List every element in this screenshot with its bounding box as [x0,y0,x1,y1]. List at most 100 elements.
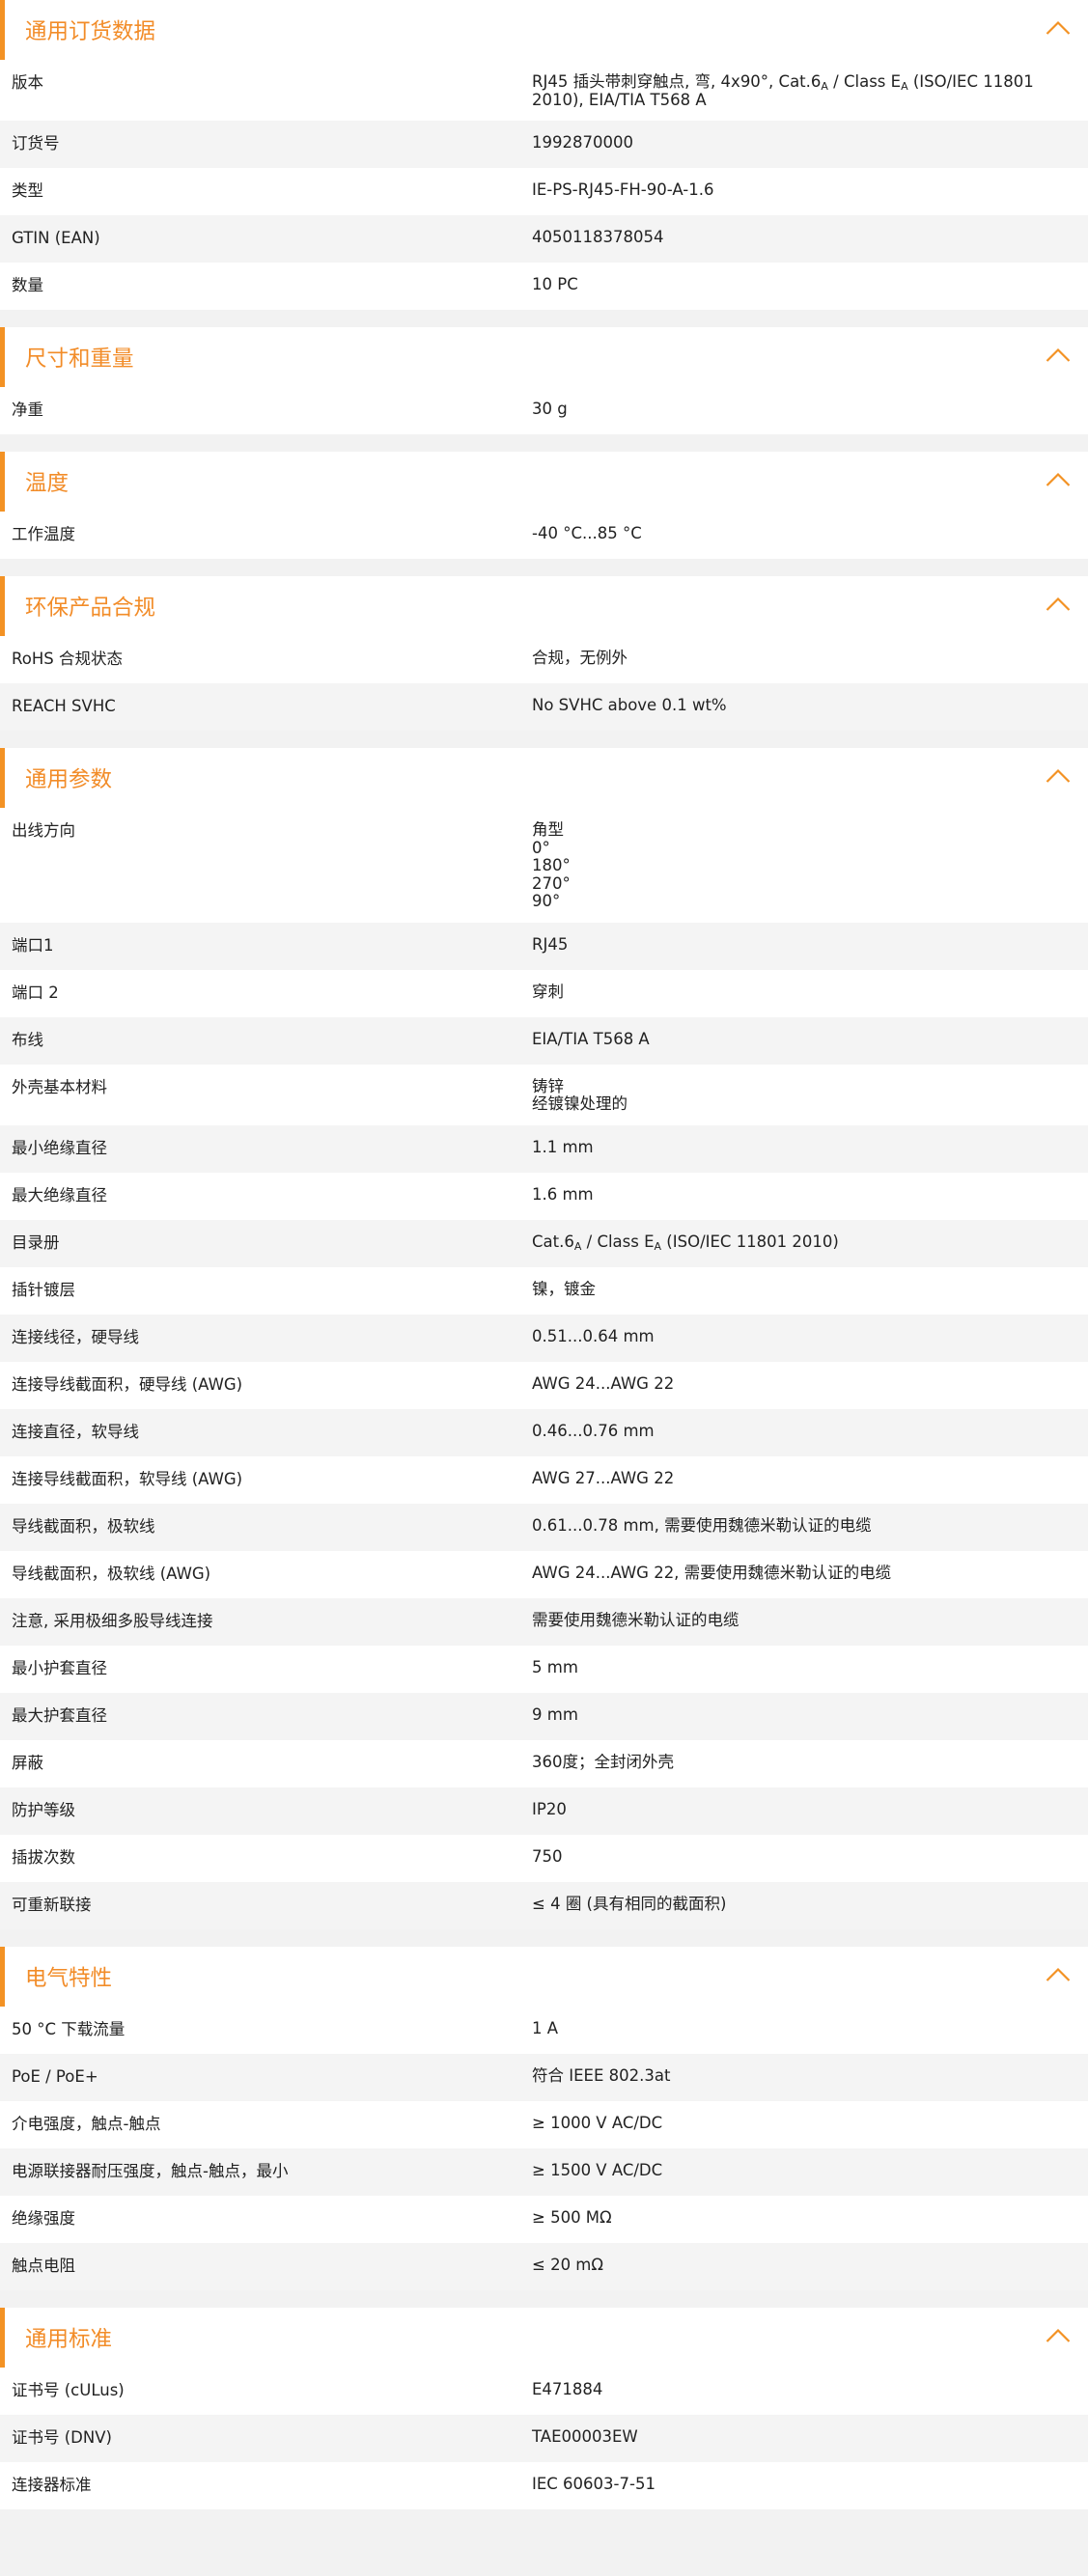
spec-label: 导线截面积，极软线 [12,1516,155,1536]
section-header[interactable]: 环保产品合规 [0,576,1088,636]
section-header[interactable]: 通用参数 [0,748,1088,808]
spec-value: Cat.6A / Class EA (ISO/IEC 11801 2010) [532,1232,839,1253]
spec-label: RoHS 合规状态 [12,650,123,668]
section-title: 通用标准 [25,2326,113,2352]
spec-value: 750 [532,1846,563,1866]
spec-value-line: 经镀镍处理的 [532,1094,628,1113]
section-header[interactable]: 尺寸和重量 [0,327,1088,387]
spec-value: 符合 IEEE 802.3at [532,2065,671,2085]
spec-row: 最小绝缘直径 1.1 mm [0,1124,1088,1173]
spec-label: 插针镀层 [12,1280,75,1299]
spec-row: 介电强度，触点-触点 ≥ 1000 V AC/DC [0,2100,1088,2148]
spec-value: ≤ 20 mΩ [532,2255,603,2274]
spec-row: 类型 IE-PS-RJ45-FH-90-A-1.6 [0,168,1088,215]
spec-value: 角型 0° 180° 270° 90° [532,820,1088,911]
spec-value: RJ45 插头带刺穿触点, 弯, 4x90°, Cat.6A / Class E… [532,72,1034,109]
chevron-up-icon[interactable] [1046,2328,1071,2343]
spec-value: EIA/TIA T568 A [532,1029,650,1048]
section-header[interactable]: 通用标准 [0,2307,1088,2368]
spec-value-line: 0° [532,838,550,857]
section-title: 通用参数 [25,767,113,792]
spec-label: 最小绝缘直径 [12,1138,107,1157]
section-title: 环保产品合规 [25,596,156,621]
chevron-up-icon[interactable] [1046,20,1071,36]
spec-label: 50 °C 下载流量 [12,2019,126,2038]
spec-value: 1.6 mm [532,1184,594,1204]
spec-value: 穿刺 [532,982,564,1001]
spec-row: 50 °C 下载流量 1 A [0,2006,1088,2054]
spec-label: 连接导线截面积，软导线 (AWG) [12,1469,243,1488]
chevron-up-icon[interactable] [1046,472,1071,487]
spec-label: 连接直径，软导线 [12,1422,139,1441]
spec-value: IE-PS-RJ45-FH-90-A-1.6 [532,180,714,199]
spec-section: 尺寸和重量净重 30 g [0,327,1088,434]
spec-label: 端口 2 [12,983,59,1002]
spec-label: 端口1 [12,935,54,955]
spec-value: 需要使用魏德米勒认证的电缆 [532,1610,739,1629]
spec-value: E471884 [532,2379,603,2398]
chevron-up-icon[interactable] [1046,596,1071,612]
spec-row: 最大护套直径 9 mm [0,1692,1088,1740]
spec-row: 注意, 采用极细多股导线连接 需要使用魏德米勒认证的电缆 [0,1597,1088,1646]
spec-row: 布线 EIA/TIA T568 A [0,1016,1088,1065]
spec-label: REACH SVHC [12,697,116,715]
spec-row: 屏蔽 360度；全封闭外壳 [0,1739,1088,1787]
spec-row: 防护等级 IP20 [0,1787,1088,1835]
spec-label: 外壳基本材料 [12,1077,107,1096]
spec-label: 最小护套直径 [12,1658,107,1677]
spec-section: 通用标准 证书号 (cULus) E471884 证书号 (DNV) TAE00003E… [0,2307,1088,2509]
spec-label: 目录册 [12,1233,60,1252]
spec-value: 0.51...0.64 mm [532,1326,655,1345]
spec-label: 导线截面积，极软线 (AWG) [12,1564,211,1583]
spec-value: 铸锌 经镀镍处理的 [532,1076,1088,1114]
spec-label: PoE / PoE+ [12,2066,98,2086]
spec-row: 目录册 Cat.6A / Class EA (ISO/IEC 11801 2010… [0,1219,1088,1267]
chevron-up-icon[interactable] [1046,347,1071,363]
spec-label: 可重新联接 [12,1895,92,1914]
spec-row: 触点电阻 ≤ 20 mΩ [0,2242,1088,2290]
spec-row: 证书号 (cULus) E471884 [0,2367,1088,2415]
spec-value: ≥ 500 MΩ [532,2207,612,2227]
spec-value: TAE00003EW [532,2426,638,2446]
spec-value: 1 A [532,2018,559,2037]
spec-value: 30 g [532,400,568,418]
chevron-up-icon[interactable] [1046,768,1071,784]
spec-value: RJ45 [532,934,569,954]
spec-value: ≤ 4 圈 (具有相同的截面积) [532,1894,727,1913]
section-header[interactable]: 温度 [0,452,1088,512]
spec-value: 1992870000 [532,133,633,152]
spec-value: No SVHC above 0.1 wt% [532,696,727,714]
spec-section: 温度 工作温度 -40 °C...85 °C [0,452,1088,559]
spec-row: RoHS 合规状态 合规，无例外 [0,636,1088,683]
spec-row: 绝缘强度 ≥ 500 MΩ [0,2195,1088,2243]
spec-label: 触点电阻 [12,2256,75,2275]
spec-value: IP20 [532,1799,567,1818]
spec-row: 插拔次数 750 [0,1834,1088,1882]
spec-value-line: 270° [532,873,571,893]
spec-label: 版本 [12,73,43,92]
chevron-up-icon[interactable] [1046,1967,1071,1982]
spec-label: 最大护套直径 [12,1705,107,1725]
spec-label: 注意, 采用极细多股导线连接 [12,1611,213,1630]
spec-row: 电源联接器耐压强度，触点-触点，最小 ≥ 1500 V AC/DC [0,2147,1088,2196]
section-title: 通用订货数据 [25,19,156,44]
spec-row: GTIN (EAN) 4050118378054 [0,215,1088,263]
spec-label: 数量 [12,276,43,294]
spec-row: 最大绝缘直径 1.6 mm [0,1172,1088,1220]
section-header[interactable]: 电气特性 [0,1946,1088,2007]
spec-section: 通用参数 出线方向 角型 0° 180° 270° 90° 端口1 RJ45 端口 2 穿刺 布线 EI… [0,748,1088,1929]
spec-label: GTIN (EAN) [12,229,100,247]
spec-value: 镍，镀金 [532,1279,596,1298]
spec-value: 0.46...0.76 mm [532,1421,655,1440]
spec-value-line: 铸锌 [532,1076,564,1095]
spec-row: PoE / PoE+ 符合 IEEE 802.3at [0,2053,1088,2101]
spec-row: 导线截面积，极软线 0.61...0.78 mm, 需要使用魏德米勒认证的电缆 [0,1503,1088,1551]
section-title: 电气特性 [25,1965,113,1991]
spec-value-line: 90° [532,892,561,910]
spec-value: 1.1 mm [532,1137,594,1156]
spec-label: 净重 [12,401,43,419]
spec-row: 连接导线截面积，硬导线 (AWG) AWG 24...AWG 22 [0,1361,1088,1409]
spec-label: 工作温度 [12,525,75,543]
section-header[interactable]: 通用订货数据 [0,0,1088,60]
spec-label: 防护等级 [12,1800,75,1819]
